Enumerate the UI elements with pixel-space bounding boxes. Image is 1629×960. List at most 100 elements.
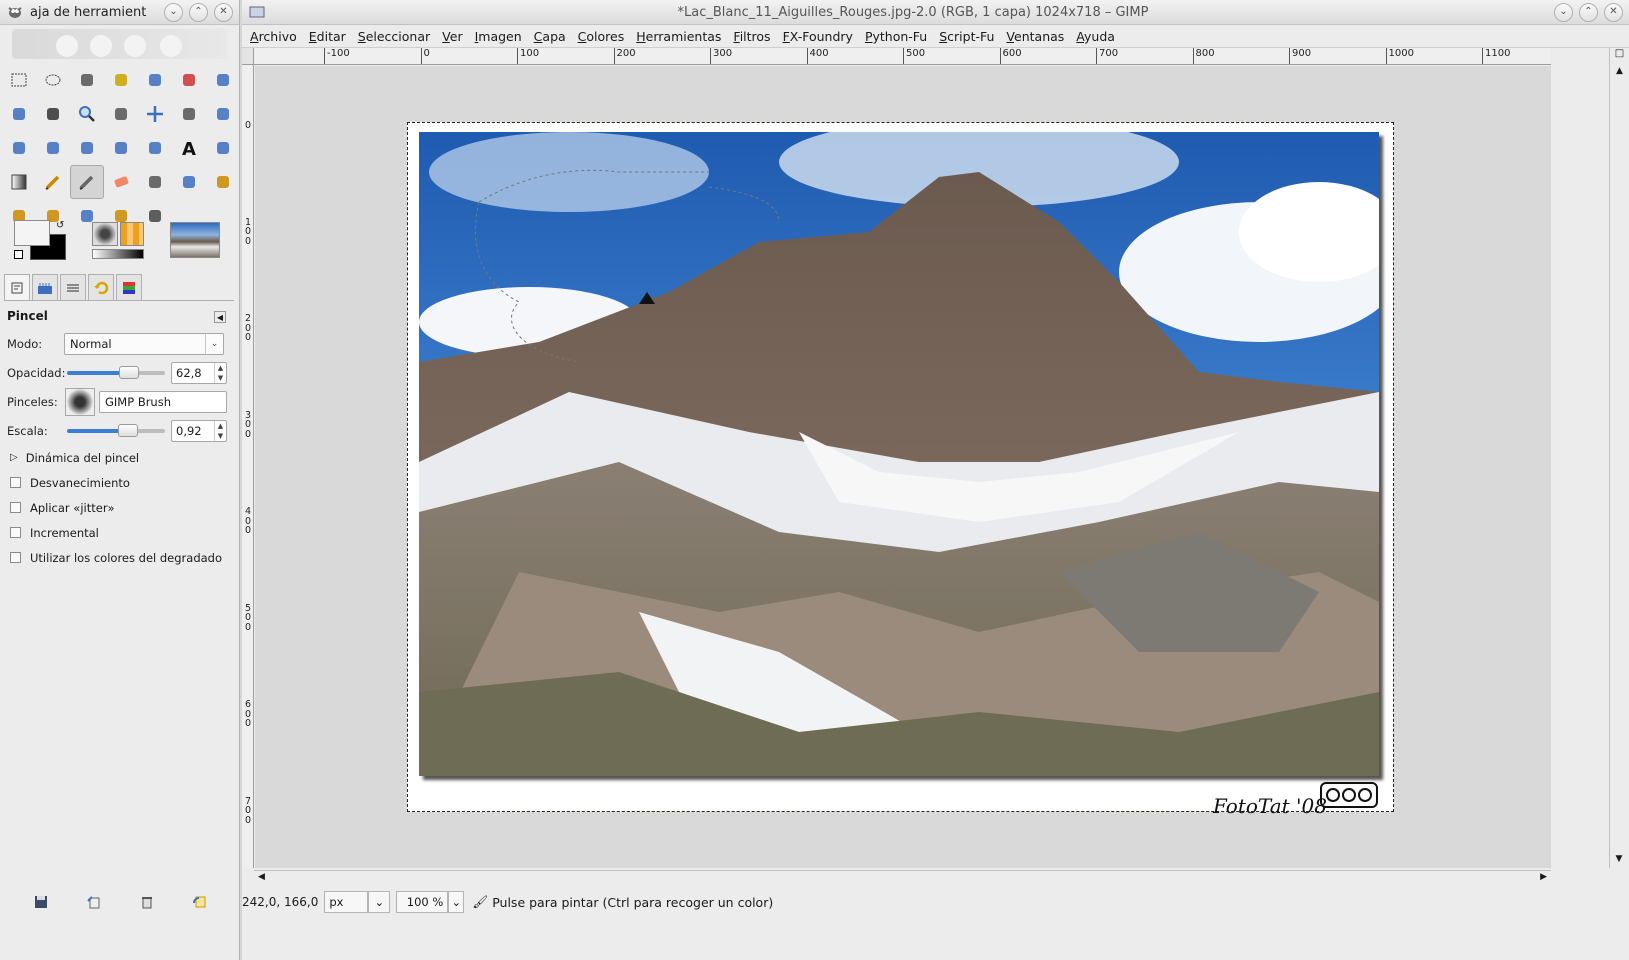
- default-colors-icon[interactable]: [14, 250, 23, 259]
- scroll-up-icon[interactable]: ▲: [1610, 66, 1629, 80]
- scale-slider-handle[interactable]: [117, 423, 138, 437]
- zoom-fit-icon[interactable]: □: [1610, 48, 1629, 66]
- checkbox-jitter[interactable]: Aplicar «jitter»: [4, 495, 234, 520]
- wilber-drop-area[interactable]: [12, 29, 227, 59]
- menu-ventanas[interactable]: Ventanas: [1000, 25, 1070, 48]
- restore-options-icon[interactable]: [84, 892, 104, 912]
- menu-archivo[interactable]: Archivo: [244, 25, 303, 48]
- scroll-right-icon[interactable]: ▶: [1540, 872, 1547, 882]
- color-picker-tool-icon[interactable]: [36, 97, 70, 131]
- zoom-select[interactable]: 100 %: [396, 891, 449, 913]
- scale-tool-icon[interactable]: [36, 131, 70, 165]
- measure-tool-icon[interactable]: [104, 97, 138, 131]
- foreground-select-tool-icon[interactable]: [206, 63, 240, 97]
- delete-options-icon[interactable]: [137, 892, 157, 912]
- scissors-select-tool-icon[interactable]: [172, 63, 206, 97]
- menu-imagen[interactable]: Imagen: [469, 25, 528, 48]
- checkbox-gradient-colors[interactable]: Utilizar los colores del degradado: [4, 545, 234, 570]
- checkbox[interactable]: [10, 477, 21, 488]
- layers-tab[interactable]: [60, 274, 86, 300]
- opacity-slider[interactable]: [67, 365, 165, 379]
- crop-tool-icon[interactable]: [206, 97, 240, 131]
- unit-select[interactable]: px: [324, 891, 369, 913]
- checkbox[interactable]: [10, 552, 21, 563]
- menu-ayuda[interactable]: Ayuda: [1070, 25, 1121, 48]
- clone-tool-icon[interactable]: [206, 165, 240, 199]
- checkbox[interactable]: [10, 527, 21, 538]
- undo-history-tab[interactable]: [88, 274, 114, 300]
- scroll-left-icon[interactable]: ◀: [258, 872, 265, 882]
- chevron-up-icon[interactable]: ⌃: [189, 2, 208, 22]
- menu-colores[interactable]: Colores: [572, 25, 631, 48]
- quick-mask-menu-icon[interactable]: [242, 48, 254, 65]
- brush-dynamics-expander[interactable]: ▷ Dinámica del pincel: [4, 445, 234, 470]
- fuzzy-select-tool-icon[interactable]: [104, 63, 138, 97]
- spin-arrows-icon[interactable]: ▲ ▼: [214, 420, 226, 441]
- rect-select-tool-icon[interactable]: [2, 63, 36, 97]
- pattern-indicator[interactable]: [120, 222, 144, 246]
- close-icon[interactable]: ✕: [214, 2, 233, 22]
- opacity-spinbox[interactable]: 62,8 ▲ ▼: [171, 361, 227, 384]
- rotate-tool-icon[interactable]: [2, 131, 36, 165]
- scroll-down-icon[interactable]: ▼: [1610, 854, 1628, 864]
- menu-capa[interactable]: Capa: [528, 25, 572, 48]
- panel-menu-icon[interactable]: ◀: [214, 311, 226, 323]
- free-select-tool-icon[interactable]: [70, 63, 104, 97]
- menu-script-fu[interactable]: Script-Fu: [933, 25, 1000, 48]
- brush-preview-button[interactable]: [65, 387, 95, 416]
- select-by-color-tool-icon[interactable]: [138, 63, 172, 97]
- mountain-photo[interactable]: [419, 132, 1379, 776]
- scale-spinbox[interactable]: 0,92 ▲ ▼: [171, 419, 227, 442]
- spin-arrows-icon[interactable]: ▲ ▼: [214, 362, 226, 383]
- move-tool-icon[interactable]: [138, 97, 172, 131]
- bucket-fill-tool-icon[interactable]: [206, 131, 240, 165]
- vertical-scrollbar[interactable]: □ ▲ ▼: [1609, 48, 1629, 868]
- brush-indicator[interactable]: [92, 222, 118, 246]
- menu-fx-foundry[interactable]: FX-Foundry: [777, 25, 859, 48]
- paintbrush-tool-icon[interactable]: [70, 165, 104, 199]
- vertical-ruler[interactable]: 0 100 200 300 400 500 600 700: [242, 65, 254, 868]
- shear-tool-icon[interactable]: [70, 131, 104, 165]
- chevron-down-icon[interactable]: ⌄: [1554, 2, 1573, 22]
- reset-options-icon[interactable]: [190, 892, 210, 912]
- image-thumbnail[interactable]: [170, 222, 220, 258]
- checkbox-incremental[interactable]: Incremental: [4, 520, 234, 545]
- chevron-down-icon[interactable]: ⌄: [164, 2, 183, 22]
- unit-dropdown[interactable]: ⌄: [368, 891, 391, 913]
- horizontal-ruler[interactable]: -100 0 100 200 300 400 500 600 700 800 900 1000 1100: [254, 48, 1551, 65]
- canvas-area[interactable]: FotoTat '08: [255, 66, 1551, 868]
- swap-colors-icon[interactable]: ↺: [56, 220, 64, 231]
- menu-ver[interactable]: Ver: [436, 25, 468, 48]
- chevron-up-icon[interactable]: ⌃: [1579, 2, 1598, 22]
- device-status-tab[interactable]: [32, 274, 58, 300]
- palettes-tab[interactable]: [116, 274, 142, 300]
- zoom-tool-icon[interactable]: [70, 97, 104, 131]
- opacity-slider-handle[interactable]: [118, 365, 139, 379]
- brush-name-field[interactable]: GIMP Brush: [99, 390, 227, 413]
- checkbox[interactable]: [10, 502, 21, 513]
- paths-tool-icon[interactable]: [2, 97, 36, 131]
- horizontal-scrollbar[interactable]: ◀ ▶: [254, 870, 1551, 887]
- eraser-tool-icon[interactable]: [104, 165, 138, 199]
- pencil-tool-icon[interactable]: [36, 165, 70, 199]
- menu-editar[interactable]: Editar: [303, 25, 352, 48]
- scale-slider[interactable]: [67, 423, 165, 437]
- flip-tool-icon[interactable]: [138, 131, 172, 165]
- save-options-icon[interactable]: [31, 892, 51, 912]
- text-tool-icon[interactable]: A: [172, 131, 206, 165]
- close-icon[interactable]: ✕: [1604, 2, 1623, 22]
- menu-filtros[interactable]: Filtros: [727, 25, 776, 48]
- menu-python-fu[interactable]: Python-Fu: [859, 25, 933, 48]
- menu-herramientas[interactable]: Herramientas: [630, 25, 727, 48]
- tool-options-tab[interactable]: [4, 274, 30, 300]
- checkbox-fade[interactable]: Desvanecimiento: [4, 470, 234, 495]
- zoom-dropdown[interactable]: ⌄: [448, 891, 465, 913]
- ink-tool-icon[interactable]: [172, 165, 206, 199]
- gradient-indicator[interactable]: [92, 249, 144, 259]
- ellipse-select-tool-icon[interactable]: [36, 63, 70, 97]
- align-tool-icon[interactable]: [172, 97, 206, 131]
- color-area[interactable]: ↺: [14, 220, 68, 262]
- menu-seleccionar[interactable]: Seleccionar: [352, 25, 436, 48]
- airbrush-tool-icon[interactable]: [138, 165, 172, 199]
- perspective-tool-icon[interactable]: [104, 131, 138, 165]
